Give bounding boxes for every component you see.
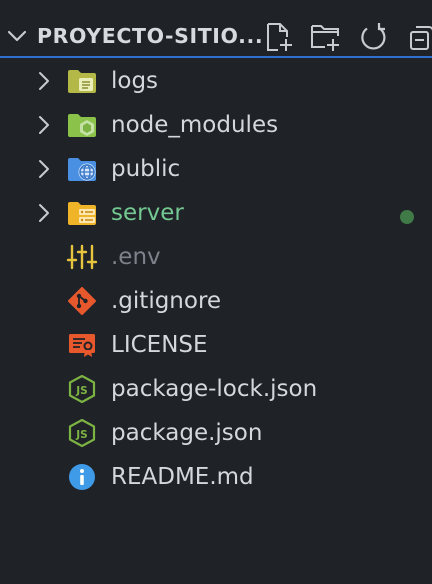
- tree-item-node-modules[interactable]: node_modules: [0, 103, 432, 147]
- refresh-icon[interactable]: [358, 22, 390, 52]
- modified-status-dot: [400, 210, 414, 224]
- license-certificate-icon: [69, 334, 95, 357]
- git-icon: [68, 287, 96, 315]
- tree-item-label: LICENSE: [111, 332, 208, 358]
- tree-item-logs[interactable]: logs: [0, 59, 432, 103]
- chevron-down-icon[interactable]: [5, 24, 29, 48]
- explorer-section-header[interactable]: PROYECTO-SITIO...: [0, 14, 432, 58]
- chevron-right-icon[interactable]: [34, 114, 54, 136]
- new-folder-icon[interactable]: [310, 22, 342, 52]
- tree-item-label: server: [111, 200, 184, 226]
- tree-item-env[interactable]: .env: [0, 235, 432, 279]
- folder-logs-icon: [68, 70, 96, 93]
- tree-item-package-lock-json[interactable]: JS package-lock.json: [0, 367, 432, 411]
- chevron-right-icon[interactable]: [34, 70, 54, 92]
- nodejs-icon: JS: [68, 375, 96, 403]
- svg-text:JS: JS: [75, 429, 87, 441]
- folder-public-icon: [68, 158, 96, 181]
- folder-node-icon: [68, 114, 96, 137]
- tree-item-readme-md[interactable]: README.md: [0, 455, 432, 499]
- nodejs-icon: JS: [68, 419, 96, 447]
- chevron-right-icon[interactable]: [34, 202, 54, 224]
- env-tune-icon: [66, 244, 98, 270]
- explorer-section-title: PROYECTO-SITIO...: [37, 24, 264, 48]
- svg-text:JS: JS: [75, 385, 87, 397]
- tree-item-label: package.json: [111, 420, 263, 446]
- explorer-panel: PROYECTO-SITIO... logs node_modules publ…: [0, 0, 432, 584]
- tree-item-package-json[interactable]: JS package.json: [0, 411, 432, 455]
- collapse-all-icon[interactable]: [405, 22, 432, 52]
- tree-item-public[interactable]: public: [0, 147, 432, 191]
- tree-item-server[interactable]: server: [0, 191, 432, 235]
- new-file-icon[interactable]: [263, 22, 295, 52]
- tree-item-label: node_modules: [111, 112, 279, 138]
- tree-item-label: public: [111, 156, 181, 182]
- info-icon: [69, 464, 95, 490]
- tree-item-label: logs: [111, 68, 159, 94]
- tree-item-label: .gitignore: [111, 288, 222, 314]
- tree-item-gitignore[interactable]: .gitignore: [0, 279, 432, 323]
- tree-item-label: README.md: [111, 464, 254, 490]
- tree-item-license[interactable]: LICENSE: [0, 323, 432, 367]
- folder-server-icon: [68, 202, 96, 225]
- tree-item-label: .env: [111, 244, 161, 270]
- tree-item-label: package-lock.json: [111, 376, 318, 402]
- chevron-right-icon[interactable]: [34, 158, 54, 180]
